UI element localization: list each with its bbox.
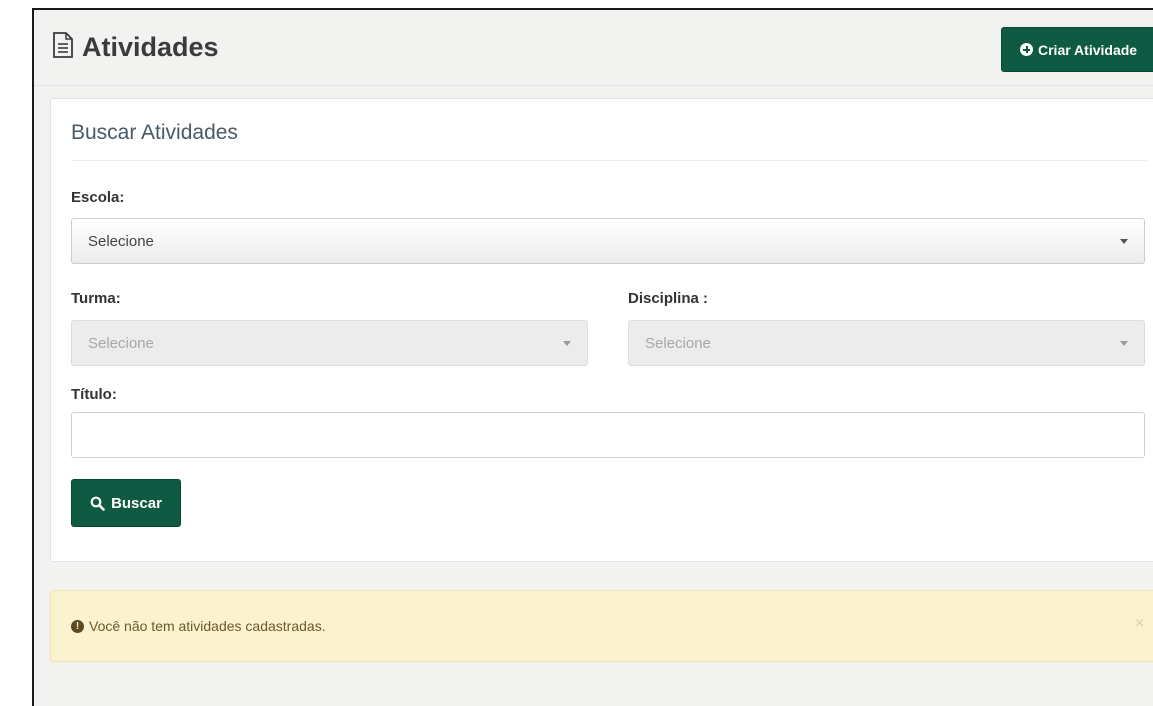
- create-activity-label: Criar Atividade: [1038, 41, 1138, 58]
- chevron-down-icon: [563, 341, 571, 346]
- turma-select-value: Selecione: [88, 334, 154, 352]
- search-panel-title: Buscar Atividades: [71, 121, 238, 144]
- search-button-label: Buscar: [111, 494, 162, 512]
- disciplina-label: Disciplina :: [628, 290, 709, 307]
- disciplina-select[interactable]: Selecione: [628, 320, 1145, 366]
- page-header: Atividades Criar Atividade: [34, 10, 1153, 86]
- escola-select-value: Selecione: [88, 232, 154, 250]
- app-frame: Atividades Criar Atividade Buscar Ativid…: [32, 8, 1153, 706]
- chevron-down-icon: [1120, 341, 1128, 346]
- chevron-down-icon: [1120, 239, 1128, 244]
- exclamation-circle-icon: !: [71, 619, 84, 633]
- turma-select[interactable]: Selecione: [71, 320, 588, 366]
- alert-message: Você não tem atividades cadastradas.: [89, 618, 326, 634]
- search-icon: [90, 496, 105, 511]
- page-title: Atividades: [82, 32, 219, 62]
- search-button[interactable]: Buscar: [71, 479, 181, 527]
- escola-label: Escola:: [71, 189, 125, 206]
- alert-content: ! Você não tem atividades cadastradas.: [71, 618, 326, 634]
- titulo-label: Título:: [71, 386, 117, 403]
- plus-circle-icon: [1020, 43, 1033, 56]
- create-activity-button[interactable]: Criar Atividade: [1001, 27, 1153, 72]
- turma-label: Turma:: [71, 290, 121, 307]
- page-title-group: Atividades: [52, 32, 219, 63]
- no-activities-alert: ! Você não tem atividades cadastradas. ×: [50, 590, 1153, 662]
- search-panel: Buscar Atividades Escola: Selecione Turm…: [50, 98, 1153, 562]
- close-icon[interactable]: ×: [1135, 615, 1144, 633]
- document-icon: [52, 32, 74, 63]
- titulo-input[interactable]: [71, 412, 1145, 458]
- disciplina-select-value: Selecione: [645, 334, 711, 352]
- panel-divider: [71, 160, 1147, 161]
- escola-select[interactable]: Selecione: [71, 218, 1145, 264]
